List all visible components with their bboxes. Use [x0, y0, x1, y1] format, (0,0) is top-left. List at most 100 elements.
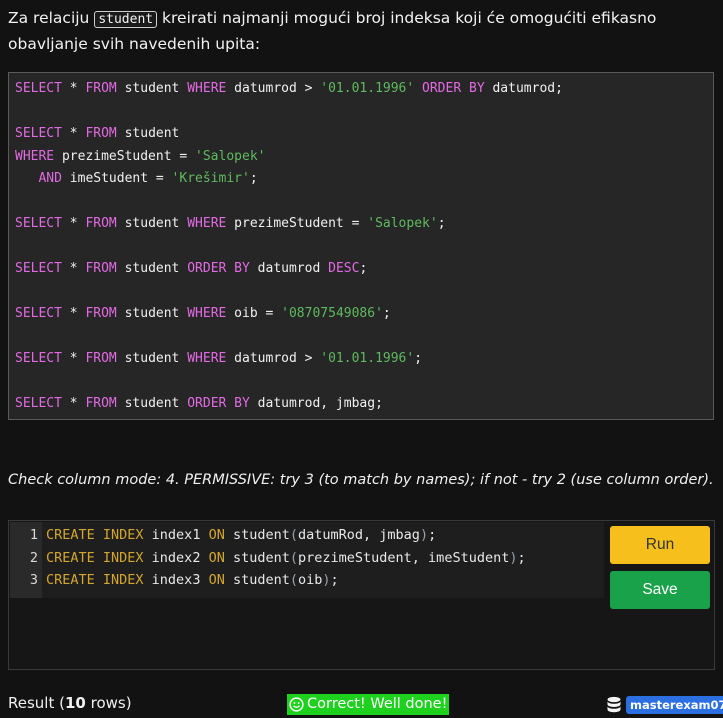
sql-token: 'Salopek': [367, 216, 438, 231]
sql-token: FROM: [85, 126, 117, 141]
sql-token: *: [61, 396, 86, 411]
query-line: [15, 326, 707, 349]
queries-code-block: SELECT * FROM student WHERE datumrod > '…: [8, 72, 714, 420]
sql-token: SELECT: [15, 216, 62, 231]
code-token: CREATE INDEX: [46, 527, 144, 543]
sql-token: WHERE: [187, 351, 227, 366]
question-prefix: Za relaciju: [8, 9, 95, 27]
sql-token: *: [61, 306, 86, 321]
line-number: 1: [29, 527, 38, 543]
sql-token: '01.01.1996': [320, 81, 415, 96]
query-line: SELECT * FROM student ORDER BY datumrod …: [15, 258, 707, 281]
sql-token: SELECT: [15, 396, 62, 411]
sql-token: imeStudent =: [61, 171, 172, 186]
code-token: student: [224, 572, 290, 588]
sql-token: student: [116, 216, 188, 231]
sql-token: student: [116, 81, 188, 96]
sql-token: FROM: [85, 396, 117, 411]
editor-line[interactable]: 3 CREATE INDEX index3 ON student(oib);: [10, 569, 604, 592]
sql-token: FROM: [85, 216, 117, 231]
save-button[interactable]: Save: [610, 571, 710, 609]
database-icon: [607, 696, 621, 713]
query-line: WHERE prezimeStudent = 'Salopek': [15, 146, 707, 169]
sql-token: AND: [38, 171, 62, 186]
sql-token: student: [116, 126, 180, 141]
sql-token: prezimeStudent =: [54, 148, 196, 164]
answer-panel: 1 CREATE INDEX index1 ON student(datumRod…: [8, 520, 715, 670]
sql-token: ;: [249, 171, 258, 186]
sql-token: student: [116, 306, 188, 321]
sql-token: ;: [437, 216, 446, 231]
code-token: ;: [517, 549, 526, 566]
code-token: index2: [143, 549, 209, 566]
sql-token: FROM: [85, 261, 117, 276]
result-prefix: Result (: [8, 694, 65, 712]
sql-token: WHERE: [187, 81, 227, 96]
query-line: SELECT * FROM student WHERE datumrod > '…: [15, 78, 707, 101]
sql-token: FROM: [85, 81, 117, 96]
query-line: SELECT * FROM student WHERE datumrod > '…: [15, 348, 707, 371]
sql-token: 'Salopek': [195, 148, 266, 164]
sql-token: datumrod, jmbag;: [249, 396, 383, 411]
sql-token: *: [61, 81, 86, 96]
sql-token: ORDER BY: [187, 261, 250, 276]
sql-token: datumrod: [249, 261, 329, 276]
sql-token: WHERE: [187, 216, 227, 231]
query-line: AND imeStudent = 'Krešimir';: [15, 168, 707, 191]
editor-line[interactable]: 2 CREATE INDEX index2 ON student(prezimeS…: [10, 547, 604, 570]
sql-token: WHERE: [15, 148, 55, 164]
line-number: 2: [29, 549, 38, 566]
username-badge: masterexam07: [626, 696, 723, 714]
code-token: index1: [143, 527, 209, 543]
result-suffix: rows): [85, 694, 132, 712]
sql-token: SELECT: [15, 351, 62, 366]
query-line: [15, 371, 707, 394]
query-line: SELECT * FROM student WHERE oib = '08707…: [15, 303, 707, 326]
sql-token: student: [116, 351, 188, 366]
code-token: ;: [428, 527, 437, 543]
sql-token: 'Krešimir': [171, 171, 250, 186]
sql-token: *: [61, 261, 86, 276]
query-line: SELECT * FROM student: [15, 123, 707, 146]
line-number: 3: [29, 572, 38, 588]
sql-token: ORDER BY: [187, 396, 250, 411]
status-badge: Correct! Well done!: [287, 694, 450, 715]
code-token: student: [224, 549, 290, 566]
sql-token: '01.01.1996': [320, 351, 415, 366]
code-token: ;: [330, 572, 339, 588]
code-token: CREATE INDEX: [46, 572, 144, 588]
run-button[interactable]: Run: [610, 526, 710, 564]
sql-token: ;: [382, 306, 391, 321]
result-summary: Result (10 rows): [8, 694, 132, 712]
sql-token: prezimeStudent =: [226, 216, 368, 231]
code-token: (: [289, 572, 299, 588]
result-row-count: 10: [64, 694, 86, 712]
sql-token: student: [116, 261, 188, 276]
code-token: datumRod, jmbag: [298, 527, 420, 543]
query-line: [15, 281, 707, 304]
sql-token: SELECT: [15, 261, 62, 276]
code-token: CREATE INDEX: [46, 549, 144, 566]
code-token: oib: [298, 572, 323, 588]
query-line: SELECT * FROM student ORDER BY datumrod,…: [15, 393, 707, 416]
sql-editor[interactable]: 1 CREATE INDEX index1 ON student(datumRod…: [10, 522, 604, 598]
check-mode-text: Check column mode: 4. PERMISSIVE: try 3 …: [8, 472, 714, 488]
sql-token: student: [116, 396, 188, 411]
sql-token: *: [61, 126, 86, 141]
code-token: ON: [208, 527, 225, 543]
sql-token: *: [61, 351, 86, 366]
sql-token: SELECT: [15, 306, 62, 321]
code-token: (: [289, 527, 299, 543]
code-token: (: [289, 549, 299, 566]
editor-line[interactable]: 1 CREATE INDEX index1 ON student(datumRod…: [10, 524, 604, 547]
sql-token: FROM: [85, 351, 117, 366]
sql-token: ;: [414, 351, 423, 366]
sql-token: DESC: [328, 261, 360, 276]
sql-token: SELECT: [15, 126, 62, 141]
code-token: ON: [208, 572, 225, 588]
code-token: ON: [208, 549, 225, 566]
relation-name: student: [94, 11, 158, 28]
code-token: ): [322, 572, 331, 588]
